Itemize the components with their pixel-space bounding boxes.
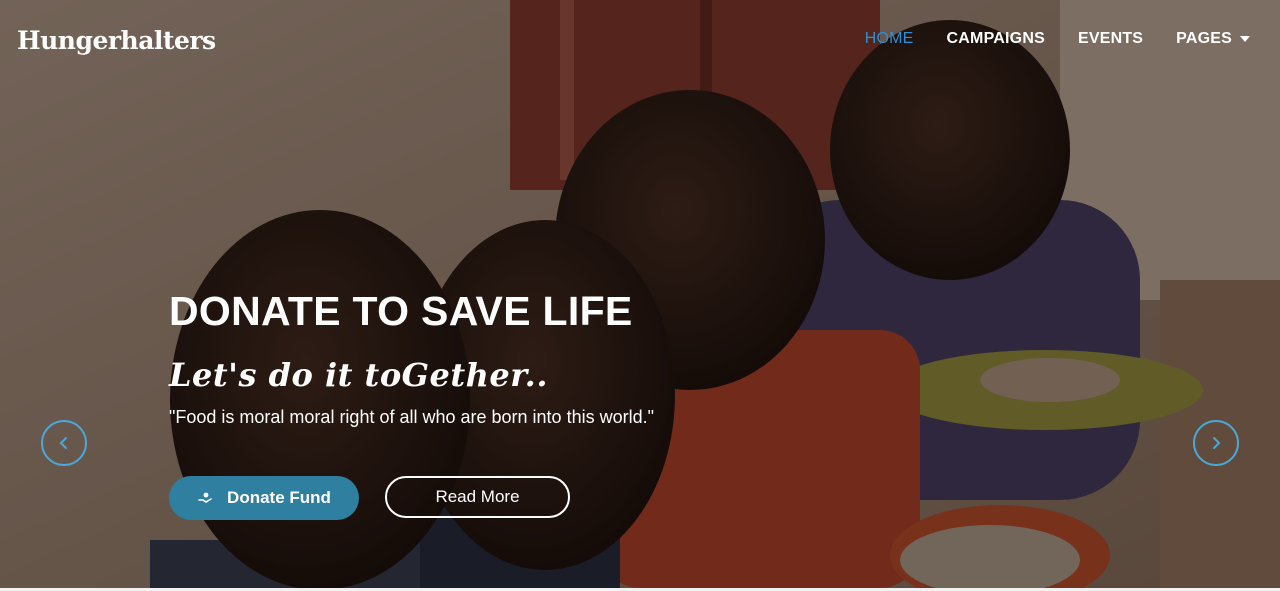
nav-item-campaigns[interactable]: CAMPAIGNS: [947, 30, 1045, 48]
donate-hand-icon: [198, 492, 212, 503]
chevron-right-icon: [1213, 437, 1221, 449]
donate-fund-label: Donate Fund: [227, 488, 331, 507]
nav-item-pages-label: PAGES: [1176, 30, 1232, 47]
hero-quote: "Food is moral moral right of all who ar…: [169, 407, 654, 427]
main-nav: HOME CAMPAIGNS EVENTS PAGES: [832, 30, 1250, 48]
brand-logo[interactable]: Hungerhalters: [17, 26, 216, 55]
nav-item-home[interactable]: HOME: [865, 30, 914, 48]
chevron-left-icon: [59, 437, 67, 449]
carousel-prev-button[interactable]: [41, 420, 87, 466]
carousel-next-button[interactable]: [1193, 420, 1239, 466]
read-more-button[interactable]: Read More: [385, 476, 570, 518]
hero-title: DONATE TO SAVE LIFE: [169, 288, 633, 334]
nav-item-events[interactable]: EVENTS: [1078, 30, 1143, 48]
donate-fund-button[interactable]: Donate Fund: [169, 476, 359, 520]
hero-subtitle: Let's do it toGether..: [169, 356, 548, 394]
hero-section: Hungerhalters HOME CAMPAIGNS EVENTS PAGE…: [0, 0, 1280, 588]
nav-item-pages[interactable]: PAGES: [1176, 30, 1250, 48]
caret-down-icon: [1240, 36, 1250, 42]
